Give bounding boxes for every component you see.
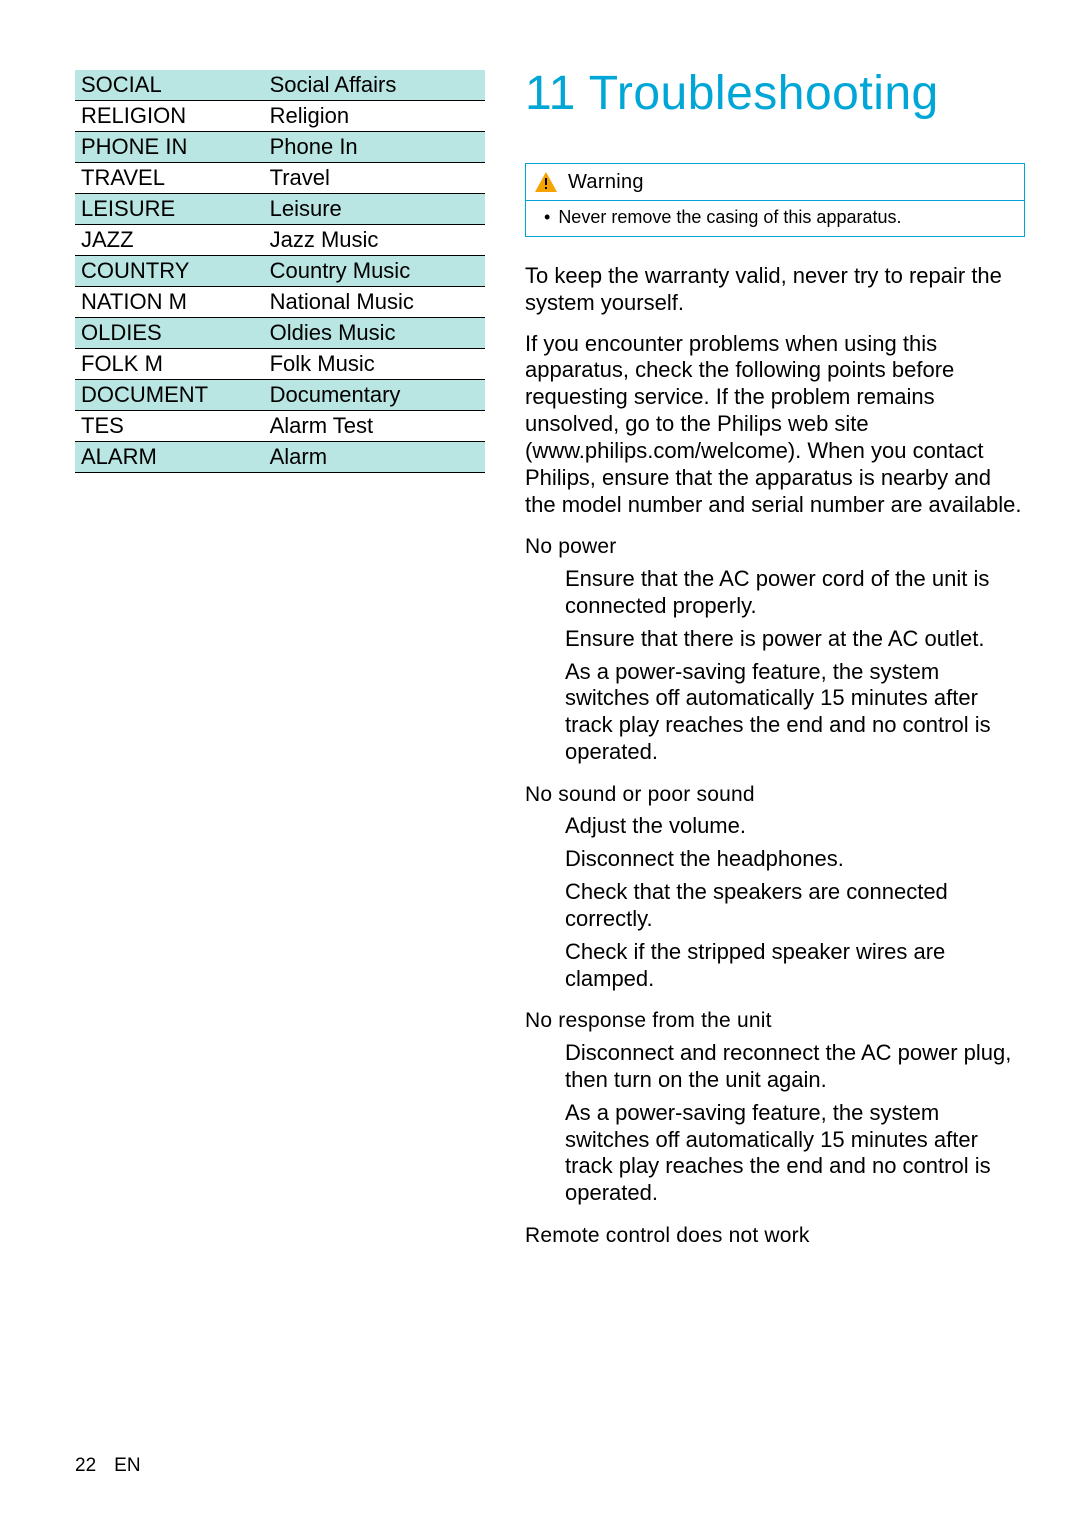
- warning-box: Warning Never remove the casing of this …: [525, 163, 1025, 237]
- table-row: LEISURELeisure: [75, 194, 485, 225]
- list-item: As a power-saving feature, the system sw…: [565, 659, 1025, 766]
- code-cell: JAZZ: [75, 225, 264, 256]
- desc-cell: Alarm Test: [264, 411, 485, 442]
- list-item: Disconnect and reconnect the AC power pl…: [565, 1040, 1025, 1094]
- table-row: PHONE INPhone In: [75, 132, 485, 163]
- heading-no-response: No response from the unit: [525, 1008, 1025, 1034]
- desc-cell: National Music: [264, 287, 485, 318]
- code-cell: LEISURE: [75, 194, 264, 225]
- code-cell: TRAVEL: [75, 163, 264, 194]
- table-row: ALARMAlarm: [75, 442, 485, 473]
- list-item: Ensure that the AC power cord of the uni…: [565, 566, 1025, 620]
- table-row: DOCUMENTDocumentary: [75, 380, 485, 411]
- list-no-sound: Adjust the volume. Disconnect the headpho…: [525, 813, 1025, 992]
- desc-cell: Oldies Music: [264, 318, 485, 349]
- code-cell: SOCIAL: [75, 70, 264, 101]
- list-item: Ensure that there is power at the AC out…: [565, 626, 1025, 653]
- heading-no-sound: No sound or poor sound: [525, 782, 1025, 808]
- list-item: Disconnect the headphones.: [565, 846, 1025, 873]
- table-row: TRAVELTravel: [75, 163, 485, 194]
- code-cell: ALARM: [75, 442, 264, 473]
- desc-cell: Country Music: [264, 256, 485, 287]
- page-lang: EN: [114, 1455, 140, 1477]
- desc-cell: Folk Music: [264, 349, 485, 380]
- table-row: NATION MNational Music: [75, 287, 485, 318]
- desc-cell: Social Affairs: [264, 70, 485, 101]
- desc-cell: Religion: [264, 101, 485, 132]
- code-cell: COUNTRY: [75, 256, 264, 287]
- warning-icon: [534, 170, 558, 194]
- warranty-paragraph: To keep the warranty valid, never try to…: [525, 263, 1025, 317]
- table-row: SOCIALSocial Affairs: [75, 70, 485, 101]
- code-cell: FOLK M: [75, 349, 264, 380]
- table-row: FOLK MFolk Music: [75, 349, 485, 380]
- code-cell: PHONE IN: [75, 132, 264, 163]
- warning-text: Never remove the casing of this apparatu…: [558, 207, 901, 228]
- desc-cell: Travel: [264, 163, 485, 194]
- table-row: OLDIESOldies Music: [75, 318, 485, 349]
- code-cell: RELIGION: [75, 101, 264, 132]
- code-cell: DOCUMENT: [75, 380, 264, 411]
- list-item: Adjust the volume.: [565, 813, 1025, 840]
- list-item: Check if the stripped speaker wires are …: [565, 939, 1025, 993]
- table-row: RELIGIONReligion: [75, 101, 485, 132]
- code-cell: OLDIES: [75, 318, 264, 349]
- service-paragraph: If you encounter problems when using thi…: [525, 331, 1025, 519]
- code-cell: TES: [75, 411, 264, 442]
- heading-remote: Remote control does not work: [525, 1223, 1025, 1249]
- desc-cell: Documentary: [264, 380, 485, 411]
- warning-label: Warning: [568, 171, 644, 194]
- desc-cell: Jazz Music: [264, 225, 485, 256]
- desc-cell: Leisure: [264, 194, 485, 225]
- desc-cell: Alarm: [264, 442, 485, 473]
- codes-table: SOCIALSocial AffairsRELIGIONReligionPHON…: [75, 70, 485, 473]
- table-row: JAZZJazz Music: [75, 225, 485, 256]
- desc-cell: Phone In: [264, 132, 485, 163]
- list-item: As a power-saving feature, the system sw…: [565, 1100, 1025, 1207]
- code-cell: NATION M: [75, 287, 264, 318]
- table-row: TESAlarm Test: [75, 411, 485, 442]
- table-row: COUNTRYCountry Music: [75, 256, 485, 287]
- page-number: 22: [75, 1455, 96, 1477]
- heading-no-power: No power: [525, 534, 1025, 560]
- list-item: Check that the speakers are connected co…: [565, 879, 1025, 933]
- list-no-response: Disconnect and reconnect the AC power pl…: [525, 1040, 1025, 1207]
- list-no-power: Ensure that the AC power cord of the uni…: [525, 566, 1025, 766]
- section-title: 11 Troubleshooting: [525, 66, 1025, 121]
- page-footer: 22 EN: [75, 1455, 141, 1477]
